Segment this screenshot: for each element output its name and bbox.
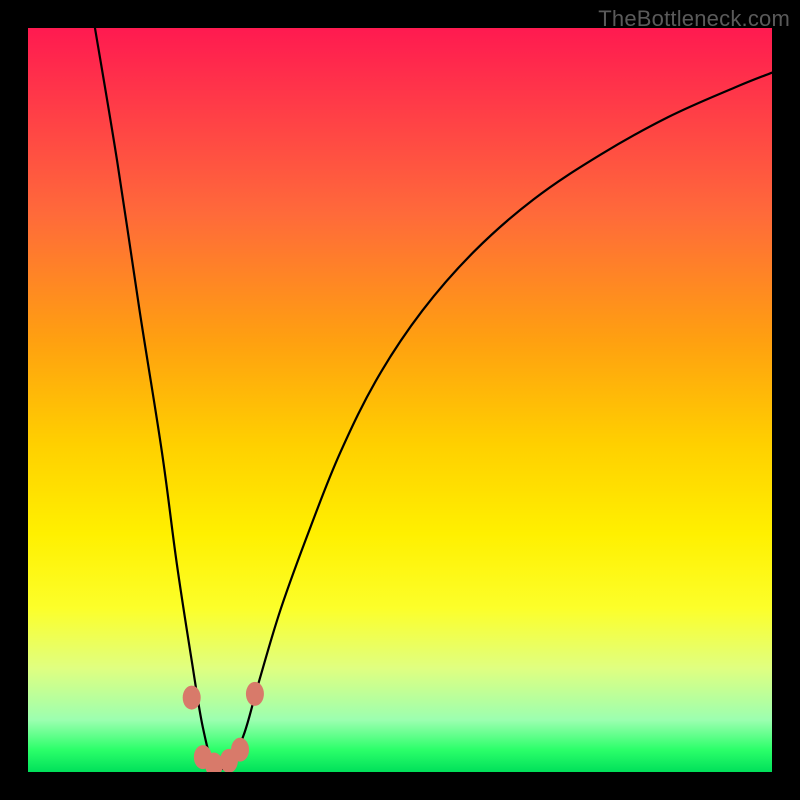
curve-markers [183,682,264,772]
bottleneck-curve-svg [28,28,772,772]
bottleneck-curve-path [95,28,772,769]
watermark-text: TheBottleneck.com [598,6,790,32]
curve-marker [183,686,201,710]
chart-plot-area [28,28,772,772]
curve-marker [246,682,264,706]
curve-marker [231,738,249,762]
